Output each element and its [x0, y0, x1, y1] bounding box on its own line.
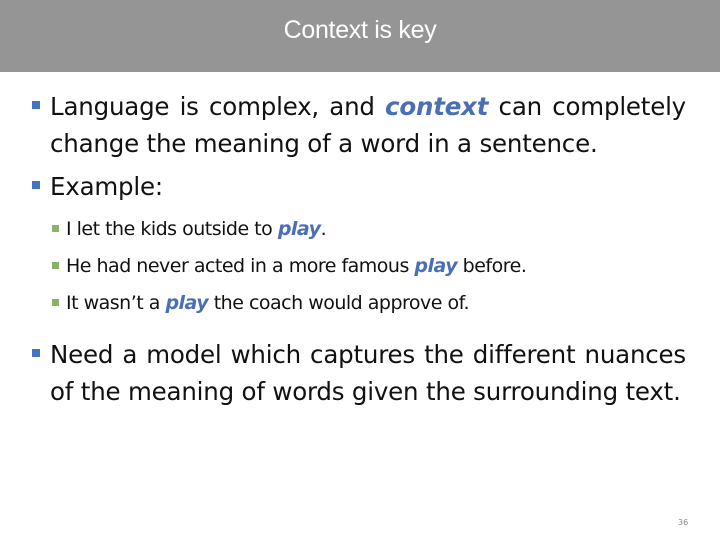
highlight-play: play	[277, 218, 321, 240]
sub-text-pre: It wasn’t a	[66, 292, 166, 314]
sub-text-pre: I let the kids outside to	[66, 218, 278, 240]
square-bullet-icon	[52, 262, 59, 269]
slide-body: Language is complex, and context can com…	[32, 88, 686, 416]
sub-text-post: the coach would approve of.	[208, 292, 470, 314]
square-bullet-icon	[52, 225, 59, 232]
slide-title: Context is key	[283, 16, 437, 44]
title-bar: Context is key	[0, 0, 720, 72]
square-bullet-icon	[52, 299, 59, 306]
sub-text-pre: He had never acted in a more famous	[66, 255, 415, 277]
sub-bullet-example-2: He had never acted in a more famous play…	[52, 248, 686, 285]
highlight-play: play	[414, 255, 458, 277]
bullet-language-complex: Language is complex, and context can com…	[32, 88, 686, 162]
sub-bullet-example-1: I let the kids outside to play.	[52, 211, 686, 248]
sub-text-post: before.	[457, 255, 527, 277]
bullet-text: Need a model which captures the differen…	[50, 340, 686, 406]
bullet-example: Example:	[32, 168, 686, 205]
bullet-need-model: Need a model which captures the differen…	[32, 336, 686, 410]
bullet-text-pre: Language is complex, and	[50, 92, 386, 121]
square-bullet-icon	[32, 181, 40, 189]
highlight-context: context	[385, 92, 489, 121]
bullet-text: Example:	[50, 172, 163, 201]
page-number: 36	[678, 518, 689, 527]
highlight-play: play	[165, 292, 209, 314]
square-bullet-icon	[32, 349, 40, 357]
example-sub-list: I let the kids outside to play. He had n…	[52, 211, 686, 322]
sub-text-post: .	[320, 218, 327, 240]
square-bullet-icon	[32, 101, 40, 109]
sub-bullet-example-3: It wasn’t a play the coach would approve…	[52, 285, 686, 322]
